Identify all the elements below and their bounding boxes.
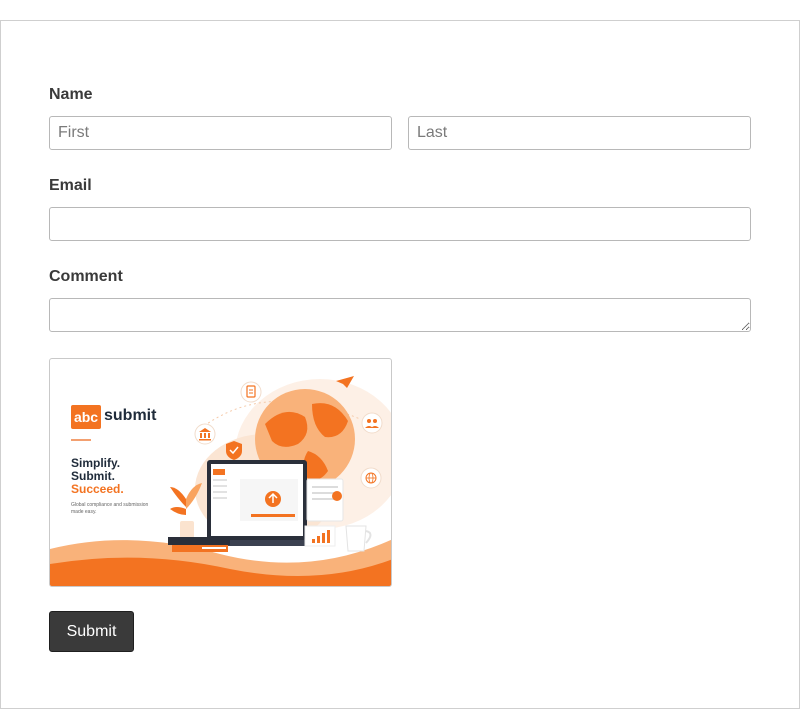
plant-icon — [170, 483, 202, 539]
document-icon — [240, 381, 262, 403]
promo-banner-image: abc submit Simplify. Submit. Succeed. Gl… — [49, 358, 392, 587]
tagline-succeed: Succeed. — [71, 482, 124, 496]
email-input[interactable] — [49, 207, 751, 241]
bar-chart-icon — [304, 525, 336, 547]
comment-label: Comment — [49, 268, 123, 285]
last-name-input[interactable] — [408, 116, 751, 150]
people-icon — [361, 412, 383, 434]
coffee-cup-icon — [345, 525, 372, 552]
name-label: Name — [49, 86, 93, 103]
abc-logo-mark: abc — [71, 405, 101, 429]
comment-textarea[interactable] — [49, 298, 751, 332]
bank-icon — [194, 423, 216, 445]
globe-icon — [360, 467, 382, 489]
banner-fine-print: Global compliance and submission made ea… — [71, 502, 149, 515]
email-label: Email — [49, 177, 92, 194]
logo-divider — [71, 439, 91, 441]
first-name-input[interactable] — [49, 116, 392, 150]
submit-button[interactable]: Submit — [49, 611, 134, 652]
form-card: Name Email Comment — [0, 20, 800, 709]
abc-logo-word: submit — [104, 407, 157, 424]
laptop-icon — [198, 460, 316, 546]
